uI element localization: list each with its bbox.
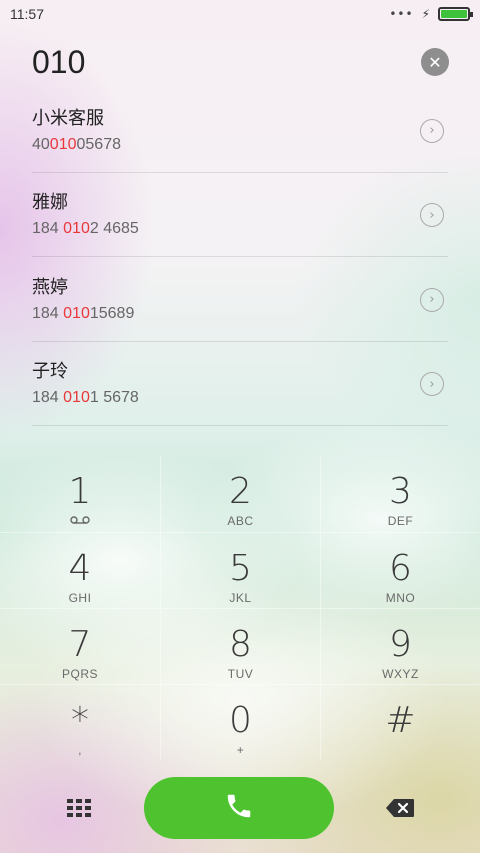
key-digit: 4 — [68, 548, 92, 589]
charging-bolt-icon: ⚡ — [421, 7, 430, 21]
battery-icon — [438, 7, 473, 21]
key-digit: 3 — [389, 471, 412, 512]
key-5[interactable]: 5 JKL — [160, 532, 320, 608]
key-letters: , — [78, 743, 82, 757]
dialpad-row: 7 PQRS 8 TUV 9 WXYZ — [0, 608, 480, 684]
contact-result-item[interactable]: 小米客服 4001005678 › — [32, 88, 448, 173]
key-4[interactable]: 4 GHI — [0, 532, 160, 608]
contact-result-item[interactable]: 雅娜 184 0102 4685 › — [32, 173, 448, 257]
status-time: 11:57 — [10, 6, 44, 22]
number-suffix: 1 5678 — [89, 389, 139, 407]
key-1[interactable]: 1 — [0, 456, 160, 532]
contact-name: 小米客服 — [32, 107, 104, 129]
dialed-number: 010 — [32, 43, 86, 80]
contact-name: 雅娜 — [32, 192, 68, 214]
clear-icon[interactable]: ✕ — [421, 48, 449, 76]
key-3[interactable]: 3 DEF — [320, 456, 480, 532]
key-digit: 8 — [229, 624, 252, 665]
key-digit: * — [71, 700, 89, 741]
battery-level — [441, 10, 467, 18]
chevron-right-icon[interactable]: › — [420, 118, 444, 143]
contact-number: 184 0101 5678 — [32, 389, 139, 407]
key-letters: + — [236, 743, 245, 757]
contact-name: 子玲 — [32, 361, 68, 383]
key-0[interactable]: 0 + — [160, 684, 320, 760]
dialpad-grid-icon[interactable] — [59, 788, 99, 828]
key-letters: MNO — [385, 591, 416, 605]
chevron-right-icon[interactable]: › — [420, 287, 444, 312]
contact-result-text: 子玲 184 0101 5678 — [32, 361, 139, 407]
number-prefix: 40 — [32, 135, 50, 153]
status-bar: 11:57 ••• ⚡ — [0, 0, 480, 28]
contact-number: 184 0102 4685 — [32, 220, 139, 238]
key-8[interactable]: 8 TUV — [160, 608, 320, 684]
contact-number: 4001005678 — [32, 136, 121, 154]
dialpad-row: 4 GHI 5 JKL 6 MNO — [0, 532, 480, 608]
key-letters: TUV — [227, 667, 254, 681]
number-suffix: 2 4685 — [89, 220, 139, 238]
key-digit: 7 — [68, 624, 92, 665]
key-letters: DEF — [387, 514, 414, 528]
key-letters: PQRS — [61, 667, 98, 681]
key-hash[interactable]: # — [320, 684, 480, 760]
key-6[interactable]: 6 MNO — [320, 532, 480, 608]
contact-result-item[interactable]: 子玲 184 0101 5678 › — [32, 342, 448, 426]
number-match: 010 — [63, 389, 90, 407]
contact-result-item[interactable]: 燕婷 184 01015689 › — [32, 257, 448, 342]
key-letters: GHI — [68, 591, 92, 605]
phone-icon — [224, 791, 254, 825]
status-icons: ••• ⚡ — [389, 7, 473, 21]
key-digit: 0 — [229, 700, 252, 741]
key-digit: 2 — [229, 471, 252, 512]
key-letters: JKL — [229, 591, 252, 605]
chevron-right-icon[interactable]: › — [420, 203, 444, 228]
dialpad: 1 2 ABC 3 DEF 4 GHI 5 JKL 6 MNO 7 PQRS 8… — [0, 456, 480, 760]
dialpad-row: 1 2 ABC 3 DEF — [0, 456, 480, 532]
call-button[interactable] — [144, 777, 334, 839]
contact-result-text: 雅娜 184 0102 4685 — [32, 192, 139, 238]
number-prefix: 184 — [32, 220, 64, 238]
key-7[interactable]: 7 PQRS — [0, 608, 160, 684]
key-digit: 9 — [389, 624, 412, 665]
contact-result-text: 小米客服 4001005678 — [32, 108, 121, 154]
dialer-bottom-bar — [0, 775, 480, 841]
backspace-icon[interactable] — [380, 788, 420, 828]
matched-contacts-list: 小米客服 4001005678 › 雅娜 184 0102 4685 › 燕婷 … — [32, 88, 448, 426]
voicemail-icon — [70, 514, 90, 527]
dial-entry: 010 ✕ — [32, 40, 452, 84]
contact-result-text: 燕婷 184 01015689 — [32, 277, 134, 323]
number-match: 010 — [63, 220, 90, 238]
number-suffix: 05678 — [76, 135, 122, 153]
number-suffix: 15689 — [89, 304, 135, 322]
key-digit: 1 — [68, 471, 92, 512]
number-prefix: 184 — [32, 389, 64, 407]
number-prefix: 184 — [32, 304, 64, 322]
key-star[interactable]: * , — [0, 684, 160, 760]
key-9[interactable]: 9 WXYZ — [320, 608, 480, 684]
number-match: 010 — [49, 135, 77, 153]
number-match: 010 — [63, 304, 90, 322]
key-2[interactable]: 2 ABC — [160, 456, 320, 532]
signal-dots-icon: ••• — [389, 7, 414, 21]
key-letters: ABC — [227, 514, 254, 528]
key-digit: 5 — [229, 548, 252, 589]
chevron-right-icon[interactable]: › — [420, 372, 444, 397]
contact-name: 燕婷 — [32, 276, 68, 298]
key-letters: WXYZ — [382, 667, 419, 681]
dialpad-row: * , 0 + # — [0, 684, 480, 760]
contact-number: 184 01015689 — [32, 305, 134, 323]
key-digit: # — [385, 700, 416, 741]
key-digit: 6 — [389, 548, 412, 589]
